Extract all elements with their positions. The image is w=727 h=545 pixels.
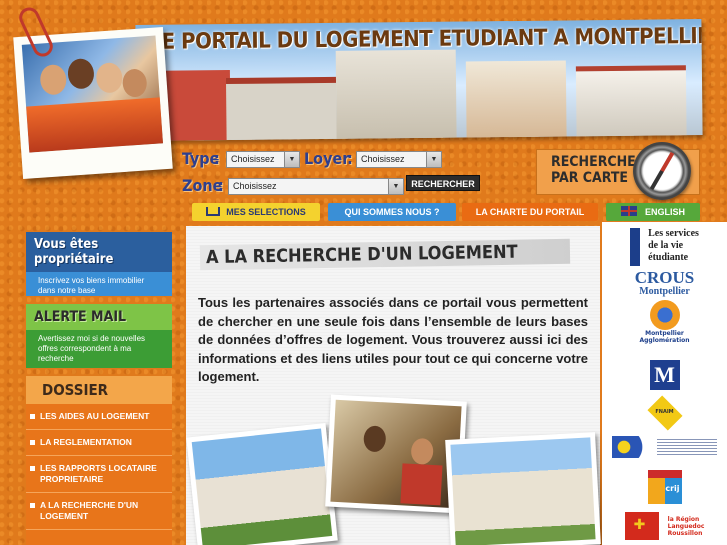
building-image bbox=[159, 69, 231, 141]
mail-alert-title: ALERTE MAIL bbox=[26, 304, 172, 330]
tab-my-selections[interactable]: MES SELECTIONS bbox=[192, 203, 320, 221]
dossier-box: DOSSIER LES AIDES AU LOGEMENT LA REGLEME… bbox=[26, 376, 172, 545]
services-line3: étudiante bbox=[648, 252, 689, 263]
chevron-down-icon: ▼ bbox=[388, 179, 403, 194]
fnaim-label: FNAIM bbox=[655, 409, 674, 415]
building-image bbox=[225, 76, 337, 141]
mail-alert-text: Avertissez moi si de nouvelles offres co… bbox=[38, 334, 146, 363]
chevron-down-icon: ▼ bbox=[426, 152, 441, 167]
montpellier-m-logo[interactable]: M bbox=[602, 360, 727, 390]
loyer-select-value: Choisissez bbox=[361, 154, 405, 164]
type-select-value: Choisissez bbox=[231, 154, 275, 164]
dossier-link-reglementation[interactable]: LA REGLEMENTATION bbox=[26, 430, 172, 456]
partners-column: Les services de la vie étudiante CROUS M… bbox=[602, 222, 727, 545]
type-colon: : bbox=[214, 149, 220, 168]
loyer-select[interactable]: Choisissez ▼ bbox=[356, 151, 442, 168]
owner-box[interactable]: Vous êtes propriétaire Inscrivez vos bie… bbox=[26, 232, 172, 296]
building-photo bbox=[445, 432, 601, 545]
cart-icon bbox=[206, 207, 221, 216]
agglo-line2: Agglomération bbox=[639, 337, 690, 344]
crous-city: Montpellier bbox=[639, 286, 690, 297]
services-vie-etudiante-logo[interactable]: Les services de la vie étudiante bbox=[602, 228, 727, 266]
loyer-colon: : bbox=[347, 149, 353, 168]
loyer-label: Loyer bbox=[304, 149, 350, 168]
dossier-title: DOSSIER bbox=[26, 376, 172, 404]
region-line3: Roussillon bbox=[667, 529, 703, 537]
services-line2: de la vie bbox=[648, 240, 684, 251]
dossier-link-recherche[interactable]: A LA RECHERCHE D'UN LOGEMENT bbox=[26, 493, 172, 530]
building-image bbox=[575, 65, 687, 137]
region-languedoc-logo[interactable]: ✚ la Région Languedoc Roussillon bbox=[602, 512, 727, 540]
crous-name: CROUS bbox=[634, 268, 695, 287]
tab-english-label: ENGLISH bbox=[644, 207, 685, 217]
map-search-button[interactable]: RECHERCHE PAR CARTE bbox=[536, 142, 700, 200]
main-content: A LA RECHERCHE D'UN LOGEMENT Tous les pa… bbox=[186, 226, 601, 545]
crij-label: crij bbox=[665, 484, 680, 493]
search-button[interactable]: RECHERCHER bbox=[406, 175, 480, 191]
mail-alert-box[interactable]: ALERTE MAIL Avertissez moi si de nouvell… bbox=[26, 304, 172, 368]
page-title: A LA RECHERCHE D'UN LOGEMENT bbox=[199, 238, 571, 271]
residence-photo bbox=[186, 423, 338, 545]
compass-icon bbox=[633, 142, 691, 200]
intro-text: Tous les partenaires associés dans ce po… bbox=[198, 295, 588, 384]
map-search-label: RECHERCHE PAR CARTE bbox=[551, 154, 636, 186]
fnaim-logo[interactable]: FNAIM bbox=[602, 395, 727, 431]
region-line2: Languedoc bbox=[667, 522, 705, 530]
owner-box-title: Vous êtes propriétaire bbox=[26, 232, 172, 272]
region-line1: la Région bbox=[667, 515, 700, 523]
building-image bbox=[465, 60, 567, 138]
dossier-link-aides[interactable]: LES AIDES AU LOGEMENT bbox=[26, 404, 172, 430]
crij-logo[interactable]: crij bbox=[602, 470, 727, 504]
zone-colon: : bbox=[218, 176, 224, 195]
type-select[interactable]: Choisissez ▼ bbox=[226, 151, 300, 168]
tab-english[interactable]: ENGLISH bbox=[606, 203, 700, 221]
owner-box-text: Inscrivez vos biens immobilier dans notr… bbox=[38, 276, 145, 295]
montpellier-agglomeration-logo[interactable]: Montpellier Agglomération bbox=[602, 300, 727, 344]
zone-label: Zone bbox=[182, 176, 223, 195]
chevron-down-icon: ▼ bbox=[284, 152, 299, 167]
tab-charter[interactable]: LA CHARTE DU PORTAIL bbox=[462, 203, 598, 221]
agglo-line1: Montpellier bbox=[645, 330, 684, 337]
dossier-link-rapports[interactable]: LES RAPPORTS LOCATAIRE PROPRIETAIRE bbox=[26, 456, 172, 493]
header-banner: LE PORTAIL DU LOGEMENT ETUDIANT A MONTPE… bbox=[135, 19, 703, 141]
tab-about-us[interactable]: QUI SOMMES NOUS ? bbox=[328, 203, 456, 221]
zone-select-value: Choisissez bbox=[233, 181, 277, 191]
services-line1: Les services bbox=[648, 228, 699, 239]
site-title: LE PORTAIL DU LOGEMENT ETUDIANT A MONTPE… bbox=[149, 23, 703, 55]
pole-europeen-logo[interactable] bbox=[602, 436, 727, 458]
zone-select[interactable]: Choisissez ▼ bbox=[228, 178, 404, 195]
uk-flag-icon bbox=[620, 206, 637, 216]
tab-my-selections-label: MES SELECTIONS bbox=[226, 207, 306, 217]
crous-logo[interactable]: CROUS Montpellier bbox=[602, 268, 727, 297]
building-image bbox=[335, 49, 457, 139]
